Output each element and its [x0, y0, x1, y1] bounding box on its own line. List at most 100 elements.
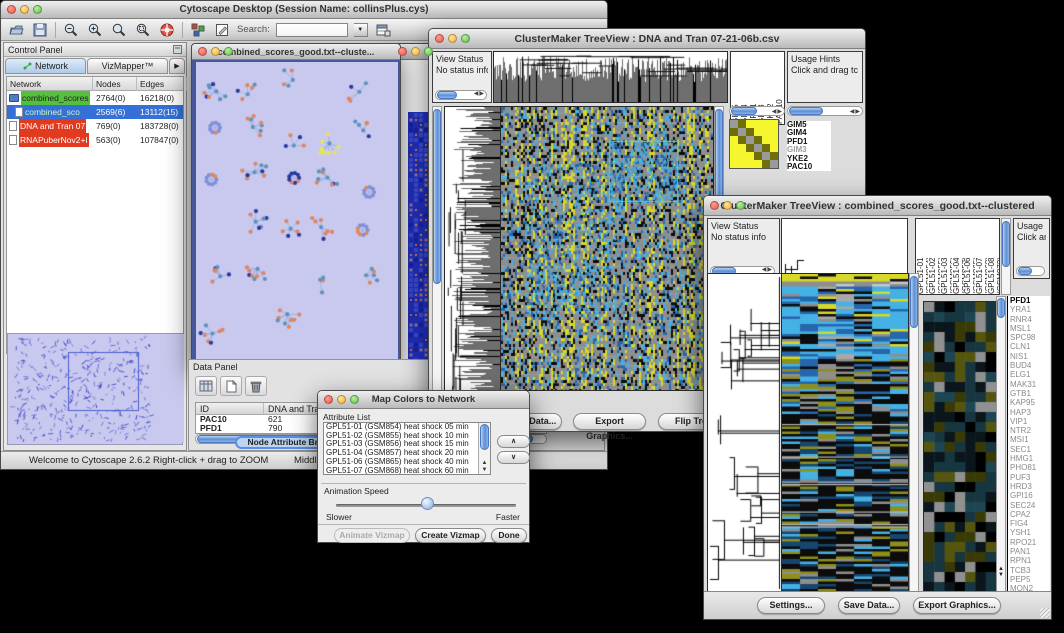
gene-label[interactable]: RNR4	[1010, 315, 1050, 324]
main-titlebar[interactable]: Cytoscape Desktop (Session Name: collins…	[1, 1, 607, 19]
network-canvas[interactable]	[196, 62, 398, 364]
speed-slider-thumb[interactable]	[421, 497, 434, 510]
save-data-button[interactable]: Save Data...	[838, 597, 900, 614]
animate-vizmap-button[interactable]: Animate Vizmap	[334, 528, 410, 543]
network-overview-panel[interactable]	[7, 333, 183, 445]
scroll-down-icon[interactable]: ▼	[482, 467, 488, 474]
gene-label[interactable]: HAP3	[1010, 408, 1050, 417]
search-input[interactable]	[276, 23, 348, 37]
close-button[interactable]	[324, 395, 333, 404]
gene-label[interactable]: GPI16	[1010, 491, 1050, 500]
network-row-combined-scores[interactable]: combined_scores 2764(0) 16218(0)	[7, 91, 183, 105]
gene-label[interactable]: YSH1	[1010, 528, 1050, 537]
correlation-submatrix[interactable]	[729, 119, 779, 169]
close-button[interactable]	[398, 47, 407, 56]
attribute-item[interactable]: GPL51-07 (GSM868) heat shock 60 min	[326, 467, 490, 475]
close-button[interactable]	[7, 5, 16, 14]
done-button[interactable]: Done	[491, 528, 527, 543]
save-icon[interactable]	[31, 21, 49, 39]
gene-label[interactable]: PAC10	[787, 163, 831, 171]
zoom-in-icon[interactable]	[86, 21, 104, 39]
zoom-button[interactable]	[736, 201, 745, 210]
gene-label[interactable]: HRD3	[1010, 482, 1050, 491]
tv1-titlebar[interactable]: ClusterMaker TreeView : DNA and Tran 07-…	[429, 29, 865, 49]
gene-label[interactable]: PFD1	[1010, 296, 1050, 305]
zoom-button[interactable]	[224, 47, 233, 56]
gene-label[interactable]: KAP95	[1010, 398, 1050, 407]
network-row-rnapuber[interactable]: RNAPuberNov2+I 563(0) 107847(0)	[7, 133, 183, 147]
gene-label[interactable]: RPN1	[1010, 556, 1050, 565]
vizmapper-icon[interactable]	[189, 21, 207, 39]
zoom-button[interactable]	[350, 395, 359, 404]
gene-label[interactable]: PAN1	[1010, 547, 1050, 556]
gene-label[interactable]: SEC1	[1010, 445, 1050, 454]
tab-vizmapper[interactable]: VizMapper™	[87, 58, 168, 74]
help-icon[interactable]	[158, 21, 176, 39]
close-button[interactable]	[435, 34, 444, 43]
move-up-button[interactable]: ∧	[497, 435, 530, 448]
column-dendrogram-area[interactable]	[781, 218, 908, 279]
dialog-titlebar[interactable]: Map Colors to Network	[318, 391, 529, 409]
submatrix-hscrollbar[interactable]: ◀▶	[729, 106, 785, 116]
gene-label[interactable]: PUF3	[1010, 473, 1050, 482]
search-dropdown-icon[interactable]: ▼	[354, 23, 368, 37]
float-panel-icon[interactable]	[173, 45, 182, 54]
gene-label[interactable]: YRA1	[1010, 305, 1050, 314]
gene-label[interactable]: MAK31	[1010, 380, 1050, 389]
scroll-down-icon[interactable]: ▼	[998, 572, 1004, 578]
birdseye-view-canvas[interactable]	[8, 334, 184, 442]
attribute-item[interactable]: GPL51-04 (GSM857) heat shock 20 min	[326, 449, 490, 458]
gene-list-vscrollbar[interactable]: ▲ ▼	[996, 296, 1006, 593]
attribute-item[interactable]: GPL51-02 (GSM855) heat shock 10 min	[326, 432, 490, 441]
attribute-item[interactable]: GPL51-01 (GSM854) heat shock 05 min	[326, 423, 490, 432]
row-dendrogram-canvas[interactable]	[707, 273, 782, 593]
row-dendrogram-canvas[interactable]	[444, 106, 501, 391]
minimize-button[interactable]	[337, 395, 346, 404]
create-vizmap-button[interactable]: Create Vizmap	[415, 528, 486, 543]
col-nodes[interactable]: Nodes	[93, 77, 137, 91]
gene-label[interactable]: BUD4	[1010, 361, 1050, 370]
tab-overflow-button[interactable]: ▶	[169, 58, 185, 74]
minimize-button[interactable]	[211, 47, 220, 56]
network-list-header[interactable]: Network Nodes Edges	[7, 77, 183, 91]
delete-attribute-icon[interactable]	[245, 376, 267, 396]
zoom-button[interactable]	[424, 47, 433, 56]
gene-label[interactable]: TCB3	[1010, 566, 1050, 575]
zoom-fit-icon[interactable]	[110, 21, 128, 39]
zoom-button[interactable]	[33, 5, 42, 14]
tv2-titlebar[interactable]: ClusterMaker TreeView : combined_scores_…	[704, 196, 1051, 216]
col-id[interactable]: ID	[196, 403, 264, 414]
zoom-selected-icon[interactable]	[134, 21, 152, 39]
gene-label[interactable]: NTR2	[1010, 426, 1050, 435]
gene-label[interactable]: GTB1	[1010, 389, 1050, 398]
gene-label[interactable]: RPO21	[1010, 538, 1050, 547]
col-edges[interactable]: Edges	[137, 77, 187, 91]
usage-hints-scrollbar[interactable]: ◀▶	[787, 106, 863, 116]
global-heatmap-canvas[interactable]	[781, 273, 909, 593]
scroll-right-icon[interactable]: ▶	[777, 109, 783, 115]
open-file-icon[interactable]	[7, 21, 25, 39]
close-button[interactable]	[710, 201, 719, 210]
gene-label[interactable]: FIG4	[1010, 519, 1050, 528]
minimize-button[interactable]	[20, 5, 29, 14]
attribute-list-scrollbar[interactable]: ▲ ▼	[478, 423, 490, 474]
zoom-heatmap-canvas[interactable]	[923, 301, 997, 593]
global-heatmap-canvas[interactable]	[500, 106, 714, 391]
child1-titlebar[interactable]: combined_scores_good.txt--cluste...	[192, 44, 400, 60]
minimize-button[interactable]	[411, 47, 420, 56]
attribute-item[interactable]: GPL51-06 (GSM865) heat shock 40 min	[326, 458, 490, 467]
zoom-button[interactable]	[461, 34, 470, 43]
usage-hints-scrollbar[interactable]	[1016, 266, 1045, 276]
minimize-button[interactable]	[448, 34, 457, 43]
gene-label[interactable]: SPC98	[1010, 333, 1050, 342]
new-attribute-icon[interactable]	[220, 376, 242, 396]
view-status-scrollbar[interactable]: ◀▶	[435, 90, 487, 100]
gene-label[interactable]: SEC24	[1010, 501, 1050, 510]
settings-button[interactable]: Settings...	[757, 597, 825, 614]
export-graphics-button[interactable]: Export Graphics...	[913, 597, 1001, 614]
attribute-select-icon[interactable]	[195, 376, 217, 396]
tab-network[interactable]: Network	[5, 58, 86, 74]
gene-label[interactable]: PHO81	[1010, 463, 1050, 472]
tv1-left-vscrollbar[interactable]	[432, 106, 442, 391]
scroll-right-icon[interactable]: ▶	[855, 109, 861, 115]
